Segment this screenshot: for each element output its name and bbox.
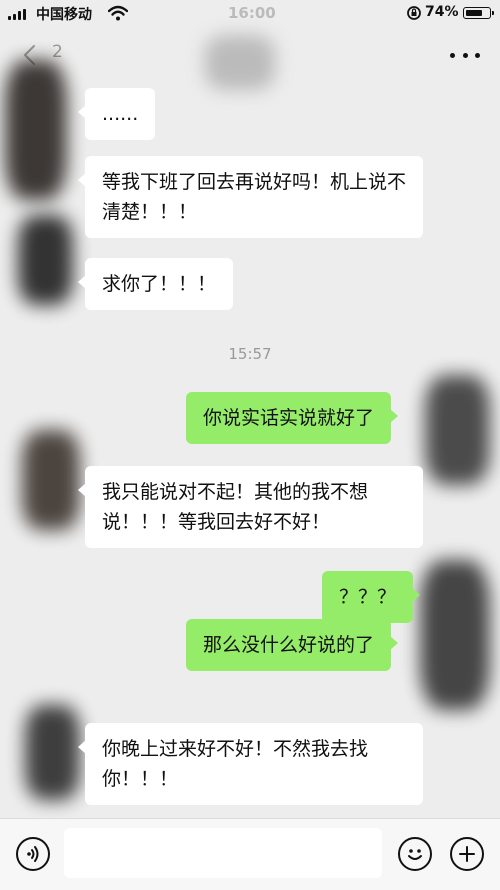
carrier-label: 中国移动 [36, 7, 92, 23]
battery-tip [492, 11, 494, 15]
contact-avatar-blurred[interactable] [25, 705, 80, 800]
contact-avatar-blurred[interactable] [22, 430, 80, 530]
clock: 16:00 [228, 4, 276, 22]
dot-icon [475, 52, 480, 58]
contact-avatar-blurred[interactable] [5, 60, 67, 200]
message-bubble-received[interactable]: 我只能说对不起！其他的我不想说！！！等我回去好不好！ [78, 466, 423, 548]
more-options-button[interactable] [450, 42, 480, 68]
chat-timestamp: 15:57 [228, 345, 272, 363]
message-text: 你晚上过来好不好！不然我去找你！！！ [102, 738, 369, 790]
message-text: 求你了！！！ [102, 273, 217, 295]
message-bubble-received[interactable]: ...... [77, 88, 156, 140]
message-bubble-sent[interactable]: 那么没什么好说的了 [186, 619, 399, 671]
message-text: 等我下班了回去再说好吗！机上说不清楚！！！ [102, 171, 407, 223]
message-text: 那么没什么好说的了 [203, 634, 375, 656]
dot-icon [462, 52, 468, 58]
message-bubble-received[interactable]: 你晚上过来好不好！不然我去找你！！！ [78, 723, 423, 805]
chat-title: 2 [52, 42, 63, 62]
message-text: ...... [102, 103, 139, 125]
message-input[interactable] [64, 828, 382, 878]
background-decoration [205, 35, 275, 90]
battery-icon [463, 7, 491, 19]
my-avatar-blurred[interactable] [420, 560, 490, 710]
message-text: 我只能说对不起！其他的我不想说！！！等我回去好不好！ [102, 481, 369, 533]
emoji-icon [408, 849, 422, 860]
voice-icon [27, 846, 39, 862]
message-bubble-sent[interactable]: 你说实话实说就好了 [186, 392, 399, 444]
message-bubble-received[interactable]: 等我下班了回去再说好吗！机上说不清楚！！！ [78, 156, 423, 238]
emoji-button[interactable] [398, 837, 432, 871]
voice-button[interactable] [16, 837, 50, 871]
battery-percent: 74% [425, 4, 459, 20]
status-bar: 中国移动 16:00 74% [0, 0, 500, 28]
dot-icon [450, 52, 455, 58]
add-button[interactable] [450, 837, 484, 871]
wifi-icon [108, 5, 128, 21]
contact-avatar-blurred[interactable] [18, 215, 73, 305]
input-bar [0, 818, 500, 890]
rotation-lock-icon [407, 6, 421, 20]
my-avatar-blurred[interactable] [425, 375, 490, 485]
message-bubble-received[interactable]: 求你了！！！ [77, 258, 234, 310]
message-text: ？？？ [339, 586, 397, 608]
plus-icon [459, 846, 475, 862]
message-bubble-sent[interactable]: ？？？ [322, 571, 421, 623]
signal-icon [8, 9, 26, 20]
message-text: 你说实话实说就好了 [203, 407, 375, 429]
